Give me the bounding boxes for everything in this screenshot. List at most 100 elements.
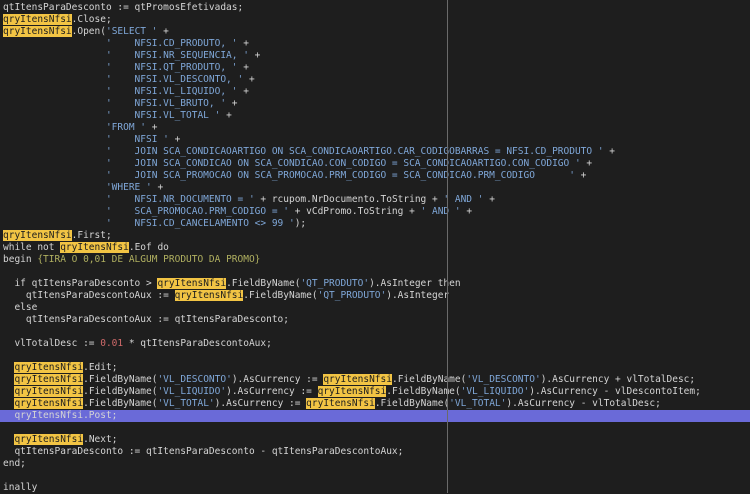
code-line[interactable]: qryItensNfsi.FieldByName('VL_LIQUIDO').A… (0, 386, 750, 398)
code-line[interactable]: ' JOIN SCA_CONDICAO ON SCA_CONDICAO.CON_… (0, 158, 750, 170)
code-line[interactable]: qryItensNfsi.FieldByName('VL_TOTAL').AsC… (0, 398, 750, 410)
code-line[interactable]: ' NFSI.NR_DOCUMENTO = ' + rcupom.NrDocum… (0, 194, 750, 206)
code-line[interactable]: ' NFSI.VL_BRUTO, ' + (0, 98, 750, 110)
code-line[interactable]: else (0, 302, 750, 314)
code-token: ).AsCurrency - vlDescontoItem; (529, 386, 701, 397)
code-token: ' NFSI.VL_LIQUIDO, ' (105, 86, 238, 97)
code-line[interactable] (0, 422, 750, 434)
code-token: + (580, 158, 593, 169)
code-token: ' NFSI.CD_CANCELAMENTO <> 99 ' (105, 218, 295, 229)
code-line[interactable]: ' NFSI.CD_CANCELAMENTO <> 99 '); (0, 218, 750, 230)
code-token: .FieldByName( (83, 374, 158, 385)
code-line[interactable]: end; (0, 458, 750, 470)
code-line[interactable]: ' JOIN SCA_CONDICAOARTIGO ON SCA_CONDICA… (0, 146, 750, 158)
highlighted-identifier: qryItensNfsi (3, 230, 72, 241)
code-line[interactable]: ' SCA_PROMOCAO.PRM_CODIGO = ' + vCdPromo… (0, 206, 750, 218)
code-line[interactable]: begin {TIRA O 0,01 DE ALGUM PRODUTO DA P… (0, 254, 750, 266)
code-token: begin (3, 254, 38, 265)
code-line[interactable]: ' NFSI.VL_TOTAL ' + (0, 110, 750, 122)
code-token: vlTotalDesc := (3, 338, 101, 349)
code-token: .Open( (71, 26, 106, 37)
code-token: + (151, 182, 164, 193)
code-token: ).AsInteger (386, 290, 450, 301)
code-line[interactable] (0, 470, 750, 482)
code-token: ' NFSI.VL_TOTAL ' (105, 110, 221, 121)
code-token: .FieldByName( (374, 398, 450, 409)
code-line[interactable] (0, 326, 750, 338)
code-line[interactable]: ' NFSI ' + (0, 134, 750, 146)
code-line[interactable] (0, 350, 750, 362)
code-line[interactable]: qryItensNfsi.Open('SELECT ' + (0, 26, 750, 38)
code-token: ); (294, 218, 307, 229)
code-token: + vCdPromo.ToString + (288, 206, 421, 217)
highlighted-identifier: qryItensNfsi (157, 278, 227, 289)
code-token: ' NFSI.VL_DESCONTO, ' (105, 74, 244, 85)
code-token: 'FROM ' (105, 122, 146, 133)
code-line[interactable]: qtItensParaDesconto := qtPromosEfetivada… (0, 2, 750, 14)
code-token: .Edit; (83, 362, 118, 373)
code-line[interactable]: qryItensNfsi.Edit; (0, 362, 750, 374)
highlighted-identifier: qryItensNfsi (14, 398, 84, 409)
code-token: ' AND ' (443, 194, 484, 205)
highlighted-identifier: qryItensNfsi (306, 398, 375, 409)
code-token: .FieldByName( (83, 398, 158, 409)
code-token: ' JOIN SCA_CONDICAOARTIGO ON SCA_CONDICA… (105, 146, 604, 157)
code-line[interactable]: qryItensNfsi.Next; (0, 434, 750, 446)
code-token: else (3, 302, 38, 313)
code-token: 'SELECT ' (105, 26, 158, 37)
highlighted-identifier: qryItensNfsi (323, 374, 392, 385)
highlighted-identifier: qryItensNfsi (14, 374, 84, 385)
code-line[interactable]: qryItensNfsi.First; (0, 230, 750, 242)
code-line[interactable]: qryItensNfsi.Close; (0, 14, 750, 26)
code-token: if qtItensParaDesconto > (3, 278, 158, 289)
code-token: .FieldByName( (243, 290, 318, 301)
code-line[interactable]: ' NFSI.CD_PRODUTO, ' + (0, 38, 750, 50)
right-margin-guide (447, 0, 448, 493)
code-line[interactable]: 'FROM ' + (0, 122, 750, 134)
code-token: {TIRA O 0,01 DE ALGUM PRODUTO DA PROMO} (37, 254, 261, 265)
code-line[interactable]: ' NFSI.VL_DESCONTO, ' + (0, 74, 750, 86)
code-token: inally (3, 482, 38, 493)
code-token: 'VL_TOTAL' (157, 398, 215, 409)
code-line[interactable]: vlTotalDesc := 0.01 * qtItensParaDescont… (0, 338, 750, 350)
code-token: ).AsCurrency := (226, 386, 318, 397)
code-line[interactable]: qtItensParaDescontoAux := qtItensParaDes… (0, 314, 750, 326)
code-line[interactable]: 'WHERE ' + (0, 182, 750, 194)
code-line[interactable]: ' JOIN SCA_PROMOCAO ON SCA_PROMOCAO.PRM_… (0, 170, 750, 182)
code-line[interactable]: inally (0, 482, 750, 494)
code-line[interactable]: if qtItensParaDesconto > qryItensNfsi.Fi… (0, 278, 750, 290)
code-token: ).AsCurrency - vlTotalDesc; (506, 398, 661, 409)
highlighted-identifier: qryItensNfsi (174, 290, 244, 301)
code-token: .FieldByName( (83, 386, 158, 397)
code-token: + (168, 134, 181, 145)
highlighted-identifier: qryItensNfsi (317, 386, 387, 397)
code-token: + (220, 110, 232, 121)
code-line[interactable]: qtItensParaDescontoAux := qryItensNfsi.F… (0, 290, 750, 302)
code-editor[interactable]: qtItensParaDesconto := qtPromosEfetivada… (0, 0, 750, 493)
code-line-current[interactable]: qryItensNfsi.Post; (0, 410, 750, 422)
code-line[interactable]: ' NFSI.QT_PRODUTO, ' + (0, 62, 750, 74)
code-line[interactable]: qryItensNfsi.FieldByName('VL_DESCONTO').… (0, 374, 750, 386)
code-line[interactable] (0, 266, 750, 278)
code-token: + rcupom.NrDocumento.ToString + (254, 194, 444, 205)
code-line[interactable]: ' NFSI.VL_LIQUIDO, ' + (0, 86, 750, 98)
code-token: ).AsCurrency + vlTotalDesc; (540, 374, 696, 385)
code-token: qtItensParaDesconto := qtPromosEfetivada… (3, 2, 244, 13)
code-token: .First; (71, 230, 112, 241)
code-token: ' SCA_PROMOCAO.PRM_CODIGO = ' (105, 206, 289, 217)
code-line[interactable]: while not qryItensNfsi.Eof do (0, 242, 750, 254)
code-line[interactable]: ' NFSI.NR_SEQUENCIA, ' + (0, 50, 750, 62)
code-token: ' NFSI.VL_BRUTO, ' (105, 98, 227, 109)
code-line[interactable]: qtItensParaDesconto := qtItensParaDescon… (0, 446, 750, 458)
code-token: ' NFSI.NR_SEQUENCIA, ' (105, 50, 249, 61)
